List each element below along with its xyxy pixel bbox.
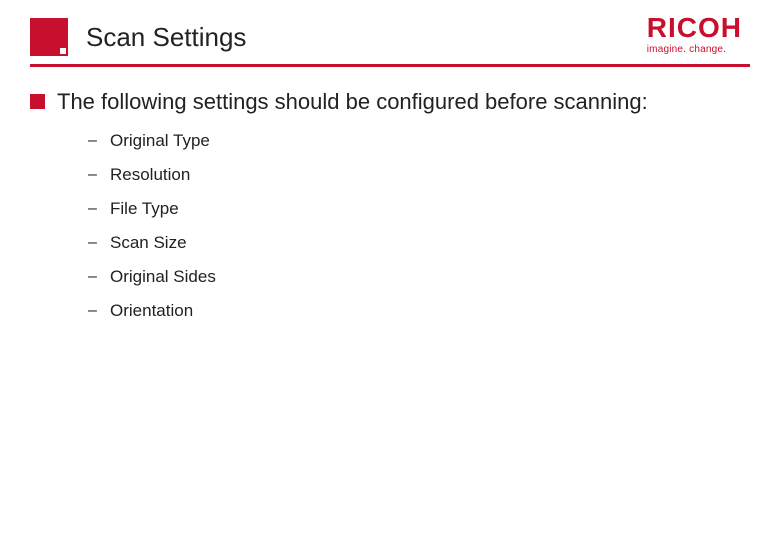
list-item: – Original Type — [88, 131, 750, 151]
dash-icon: – — [88, 302, 104, 320]
list-item: – Scan Size — [88, 233, 750, 253]
list-item-label: Original Type — [110, 131, 210, 151]
settings-list: – Original Type – Resolution – File Type… — [88, 131, 750, 321]
intro-row: The following settings should be configu… — [30, 87, 750, 117]
list-item-label: Orientation — [110, 301, 193, 321]
intro-text: The following settings should be configu… — [57, 87, 648, 117]
title-bullet-icon — [30, 18, 68, 56]
dash-icon: – — [88, 166, 104, 184]
bullet-square-icon — [30, 94, 45, 109]
content-area: The following settings should be configu… — [0, 67, 780, 321]
list-item: – Resolution — [88, 165, 750, 185]
list-item-label: Scan Size — [110, 233, 187, 253]
list-item-label: Resolution — [110, 165, 190, 185]
dash-icon: – — [88, 234, 104, 252]
list-item: – File Type — [88, 199, 750, 219]
logo-tagline: imagine. change. — [647, 44, 742, 55]
dash-icon: – — [88, 200, 104, 218]
title-row: Scan Settings — [30, 18, 750, 56]
list-item-label: Original Sides — [110, 267, 216, 287]
list-item: – Orientation — [88, 301, 750, 321]
dash-icon: – — [88, 132, 104, 150]
slide-header: Scan Settings RICOH imagine. change. — [0, 0, 780, 56]
list-item: – Original Sides — [88, 267, 750, 287]
logo-text: RICOH — [647, 14, 742, 42]
list-item-label: File Type — [110, 199, 179, 219]
brand-logo: RICOH imagine. change. — [647, 14, 742, 55]
page-title: Scan Settings — [86, 22, 246, 53]
dash-icon: – — [88, 268, 104, 286]
